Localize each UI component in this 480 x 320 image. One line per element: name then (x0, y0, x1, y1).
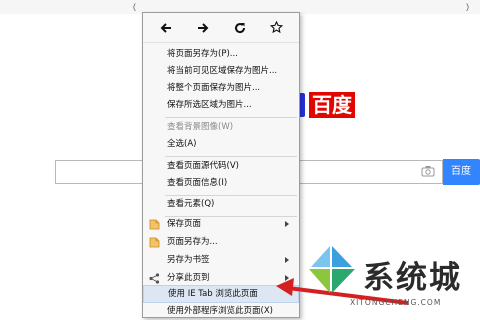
baidu-logo[interactable]: 百度 (293, 90, 355, 120)
back-arrow-icon[interactable] (159, 21, 173, 35)
menu-item-view-source[interactable]: 查看页面源代码(V) (143, 158, 299, 175)
top-link-left: （ (128, 3, 136, 12)
menu-item-select-all[interactable]: 全选(A) (143, 136, 299, 153)
logo-text: 百度 (309, 92, 355, 118)
navigation-row (143, 13, 299, 43)
submenu-arrow-icon (285, 257, 289, 263)
menu-item-view-page-info[interactable]: 查看页面信息(I) (143, 175, 299, 192)
menu-item-save-page[interactable]: 保存页面 (143, 216, 299, 233)
menu-item-label: 分享此页到 (167, 273, 210, 283)
menu-item-save-page-as[interactable]: 将页面另存为(P)... (143, 46, 299, 63)
menu-item-save-visible-as-image[interactable]: 将当前可见区域保存为图片... (143, 63, 299, 80)
top-link-right: ） (466, 3, 474, 12)
search-button[interactable]: 百度一 (443, 159, 480, 203)
menu-item-view-background-image: 查看背景图像(W) (167, 122, 234, 132)
menu-item-save-as-bookmark[interactable]: 另存为书签 (143, 252, 299, 269)
menu-item-page-save-as[interactable]: 页面另存为... (143, 234, 299, 251)
menu-item-label: 另存为书签 (167, 255, 210, 265)
menu-item-label: 页面另存为... (167, 237, 218, 247)
refresh-icon[interactable] (233, 21, 247, 35)
forward-arrow-icon[interactable] (196, 21, 210, 35)
submenu-arrow-icon (285, 221, 289, 227)
watermark-url: XITONGCHENG.COM (350, 298, 442, 307)
camera-icon[interactable] (421, 165, 435, 177)
page-icon (149, 237, 160, 248)
page-icon (149, 219, 160, 230)
menu-separator (165, 156, 297, 157)
menu-item-save-full-page-as-image[interactable]: 将整个页面保存为图片... (143, 80, 299, 97)
share-icon (149, 273, 160, 284)
menu-item-save-selection-as-image[interactable]: 保存所选区域为图片... (143, 97, 299, 114)
menu-separator (165, 117, 297, 118)
watermark-logo-icon (309, 246, 355, 293)
menu-item-label: 保存页面 (167, 219, 202, 229)
menu-item-inspect-element[interactable]: 查看元素(Q) (143, 196, 299, 213)
star-icon[interactable] (270, 21, 284, 35)
watermark-title: 系统城 (363, 260, 462, 296)
